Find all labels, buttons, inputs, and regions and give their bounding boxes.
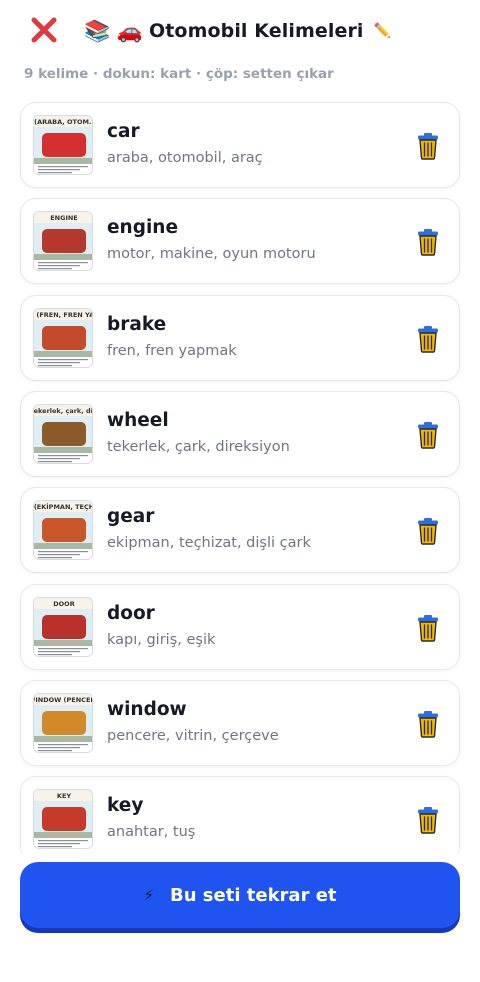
word-meaning: motor, makine, oyun motoru — [107, 246, 316, 263]
trash-icon[interactable] — [417, 614, 439, 642]
thumb-caption: (tekerlek, çark, dire — [34, 407, 93, 415]
word-text: window — [107, 698, 187, 720]
page-title: Otomobil Kelimeleri — [148, 20, 364, 42]
trash-icon[interactable] — [417, 421, 439, 449]
word-meaning: fren, fren yapmak — [107, 342, 237, 359]
word-card[interactable]: (ARABA, OTOM.. car araba, otomobil, araç — [20, 102, 460, 188]
gear-thumbnail: (EKİPMAN, TEÇH — [33, 500, 93, 561]
word-card[interactable]: WINDOW (PENCERE window pencere, vitrin, çe… — [20, 679, 460, 766]
trash-icon[interactable] — [417, 132, 439, 160]
trash-icon[interactable] — [417, 228, 439, 256]
word-meaning: kapı, giriş, eşik — [107, 631, 216, 648]
word-text: door — [107, 602, 155, 624]
trash-icon[interactable] — [417, 806, 439, 834]
set-info-text: 9 kelime · dokun: kart · çöp: setten çık… — [24, 66, 334, 82]
key-thumbnail: KEY — [33, 789, 93, 850]
word-text: gear — [107, 506, 155, 528]
door-thumbnail: DOOR — [33, 596, 93, 657]
pencil-icon[interactable]: ✏️ — [374, 23, 391, 39]
wheel-thumbnail: (tekerlek, çark, dire — [33, 403, 93, 464]
word-text: key — [107, 795, 144, 817]
engine-thumbnail: ENGINE — [33, 211, 93, 272]
repeat-set-button[interactable]: ⚡ Bu seti tekrar et — [20, 862, 460, 928]
word-card[interactable]: KEY key anahtar, tuş — [20, 776, 460, 854]
title-row: 📚 🚗 Otomobil Kelimeleri ✏️ — [84, 16, 391, 46]
word-card[interactable]: (EKİPMAN, TEÇH gear ekipman, teçhizat, diş… — [20, 487, 460, 574]
close-icon[interactable] — [28, 14, 60, 46]
word-meaning: ekipman, teçhizat, dişli çark — [107, 535, 311, 552]
word-card[interactable]: BRAKE (FREN, FREN YAPMAK) brake fren, fren… — [20, 294, 460, 381]
car-thumbnail: (ARABA, OTOM.. — [33, 115, 93, 175]
word-meaning: tekerlek, çark, direksiyon — [107, 438, 290, 455]
word-card[interactable]: (tekerlek, çark, dire wheel tekerlek, çark… — [20, 390, 460, 477]
thumb-caption: ENGINE — [50, 214, 78, 222]
word-meaning: araba, otomobil, araç — [107, 150, 263, 166]
thumb-caption: KEY — [57, 792, 71, 800]
word-text: car — [107, 121, 140, 142]
word-text: brake — [107, 313, 167, 335]
thumb-caption: WINDOW (PENCERE — [34, 696, 93, 704]
thumb-caption: BRAKE (FREN, FREN YAPMAK) — [34, 311, 93, 319]
word-text: wheel — [107, 409, 169, 431]
thumb-caption: (EKİPMAN, TEÇH — [34, 502, 93, 511]
word-card[interactable]: DOOR door kapı, giriş, eşik — [20, 583, 460, 670]
trash-icon[interactable] — [417, 710, 439, 738]
word-meaning: anahtar, tuş — [107, 824, 196, 841]
header: 📚 🚗 Otomobil Kelimeleri ✏️ — [0, 0, 480, 62]
list-fade — [0, 848, 480, 862]
repeat-set-label: Bu seti tekrar et — [170, 884, 337, 906]
window-thumbnail: WINDOW (PENCERE — [33, 692, 93, 753]
trash-icon[interactable] — [417, 325, 439, 353]
word-meaning: pencere, vitrin, çerçeve — [107, 727, 279, 744]
word-text: engine — [107, 217, 179, 239]
thumb-caption: DOOR — [53, 600, 74, 608]
title-emoji: 📚 🚗 — [84, 18, 143, 43]
brake-thumbnail: BRAKE (FREN, FREN YAPMAK) — [33, 307, 93, 368]
trash-icon[interactable] — [417, 517, 439, 545]
word-card[interactable]: ENGINE engine motor, makine, oyun motoru — [20, 198, 460, 285]
lightning-icon: ⚡ — [143, 886, 154, 904]
word-list: (ARABA, OTOM.. car araba, otomobil, araç EN… — [0, 102, 480, 854]
thumb-caption: (ARABA, OTOM.. — [34, 118, 93, 126]
